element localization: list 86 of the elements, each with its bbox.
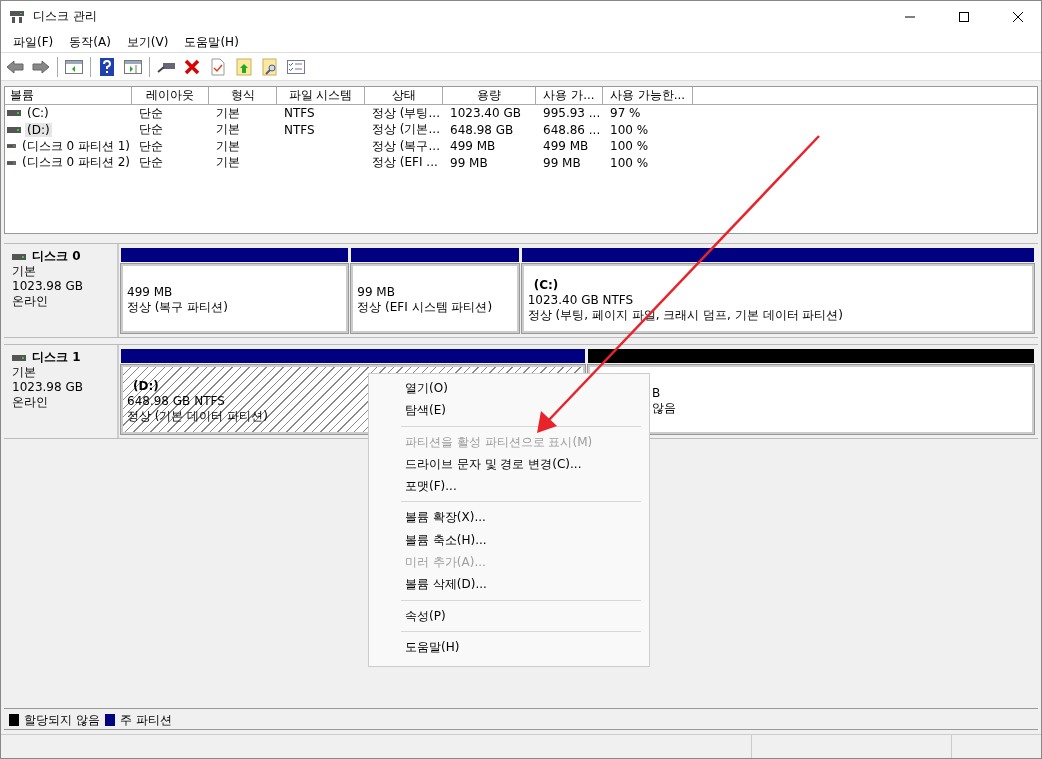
menu-item[interactable]: 드라이브 문자 및 경로 변경(C)... (369, 452, 649, 476)
help-icon[interactable] (97, 56, 117, 77)
table-cell-text: 기본 (215, 137, 241, 155)
partition-label: (C:) (532, 277, 559, 293)
menu-item[interactable]: 보기(V) (118, 31, 177, 53)
disk-status: 온라인 (12, 294, 49, 309)
table-cell-text: 단순 (138, 154, 164, 172)
menu-item[interactable]: 볼륨 삭제(D)... (369, 573, 649, 596)
disk-name: 디스크 1 (32, 350, 81, 365)
drive-icon (12, 252, 26, 261)
column-header[interactable]: 레이아웃 (132, 87, 209, 105)
folder-search-icon[interactable] (260, 56, 280, 77)
partition-size: 99 MB (357, 285, 395, 300)
window-title: 디스크 관리 (33, 8, 98, 25)
partition-status: 정상 (EFI 시스템 파티션) (357, 300, 493, 315)
disk-status: 온라인 (12, 395, 49, 410)
table-cell-text: NTFS (283, 106, 316, 121)
table-cell-text: 100 % (609, 122, 650, 137)
table-cell-text: 97 % (609, 106, 642, 121)
column-header[interactable]: 상태 (365, 87, 443, 105)
table-cell-text: 648.98 GB (449, 122, 515, 137)
table-cell-text: 기본 (215, 121, 241, 139)
column-header[interactable]: 사용 가능한... (603, 87, 693, 105)
menu-item[interactable]: 볼륨 확장(X)... (369, 506, 649, 529)
table-cell-text: 기본 (215, 154, 241, 172)
table-cell-text: 1023.40 GB (449, 106, 522, 121)
table-cell-text: 정상 (기본... (371, 121, 441, 139)
table-cell[interactable]: (D:) (25, 122, 52, 137)
table-cell-text: 99 MB (449, 155, 489, 170)
menu-item[interactable]: 동작(A) (61, 31, 119, 53)
table-cell-text: 정상 (EFI ... (371, 154, 439, 172)
partition-size: 1023.40 GB NTFS (527, 292, 634, 308)
partition-block[interactable]: 99 MB 정상 (EFI 시스템 파티션) (351, 264, 519, 333)
partition-size: 499 MB (127, 285, 173, 300)
disk-type: 기본 (12, 264, 37, 279)
partition-status: 정상 (기본 데이터 파티션) (127, 408, 268, 424)
table-cell[interactable]: (C:) (25, 106, 51, 121)
column-header[interactable]: 사용 가... (536, 87, 603, 105)
table-cell-text: 단순 (138, 104, 164, 122)
menu-item[interactable]: 도움말(H) (369, 635, 649, 659)
disk-management-icon (9, 9, 25, 24)
legend-label: 할당되지 않음 (24, 711, 100, 729)
menu-item[interactable]: 속성(P) (369, 604, 649, 627)
folder-up-icon[interactable] (234, 56, 254, 77)
drive-icon (12, 353, 26, 362)
table-cell[interactable]: (디스크 0 파티션 2) (19, 154, 132, 172)
partition-status: 정상 (복구 파티션) (127, 300, 228, 315)
table-cell-text: 단순 (138, 137, 164, 155)
table-cell-text: NTFS (283, 122, 316, 137)
menu-item[interactable]: 포맷(F)... (369, 475, 649, 498)
table-cell-text: 100 % (609, 155, 650, 170)
column-header[interactable]: 형식 (209, 87, 277, 105)
menu-item[interactable]: 도움말(H) (176, 31, 247, 53)
drive-icon (7, 158, 16, 167)
table-cell[interactable]: (디스크 0 파티션 1) (19, 137, 132, 155)
partition-status: 않음 (651, 401, 676, 416)
disk-name: 디스크 0 (32, 249, 81, 264)
table-cell-text: 정상 (복구... (371, 137, 441, 155)
partition-size: 648.98 GB NTFS (127, 393, 225, 409)
menu-item[interactable]: 볼륨 축소(H)... (369, 528, 649, 552)
table-cell-text: 기본 (215, 104, 241, 122)
table-cell-text: 499 MB (449, 139, 497, 154)
disk-size: 1023.98 GB (12, 279, 84, 294)
disk-size: 1023.98 GB (12, 380, 84, 395)
table-cell-text: 648.86 ... (542, 122, 602, 137)
check-document-icon[interactable] (208, 56, 228, 77)
table-cell-text: 단순 (138, 121, 164, 139)
table-cell-text: 정상 (부팅... (371, 104, 441, 122)
column-header[interactable]: 볼륨 (5, 87, 132, 105)
legend-label: 주 파티션 (119, 711, 172, 729)
menu-item[interactable]: 파일(F) (5, 31, 62, 53)
drive-icon (7, 109, 21, 118)
table-cell-text: 499 MB (542, 139, 590, 154)
drive-icon (7, 125, 21, 134)
table-cell-text: 100 % (609, 139, 650, 154)
close-icon (1013, 11, 1023, 22)
partition-block[interactable]: 499 MB 정상 (복구 파티션) (121, 264, 349, 333)
partition-label: (D:) (132, 378, 159, 394)
table-cell-text: 995.93 ... (542, 106, 602, 121)
maximize-icon (959, 11, 969, 22)
column-header[interactable]: 용량 (443, 87, 536, 105)
table-cell-text: 99 MB (542, 155, 582, 170)
drive-icon (7, 142, 16, 151)
column-header[interactable]: 파일 시스템 (277, 87, 365, 105)
disk-type: 기본 (12, 365, 37, 380)
partition-size: B (651, 386, 661, 401)
